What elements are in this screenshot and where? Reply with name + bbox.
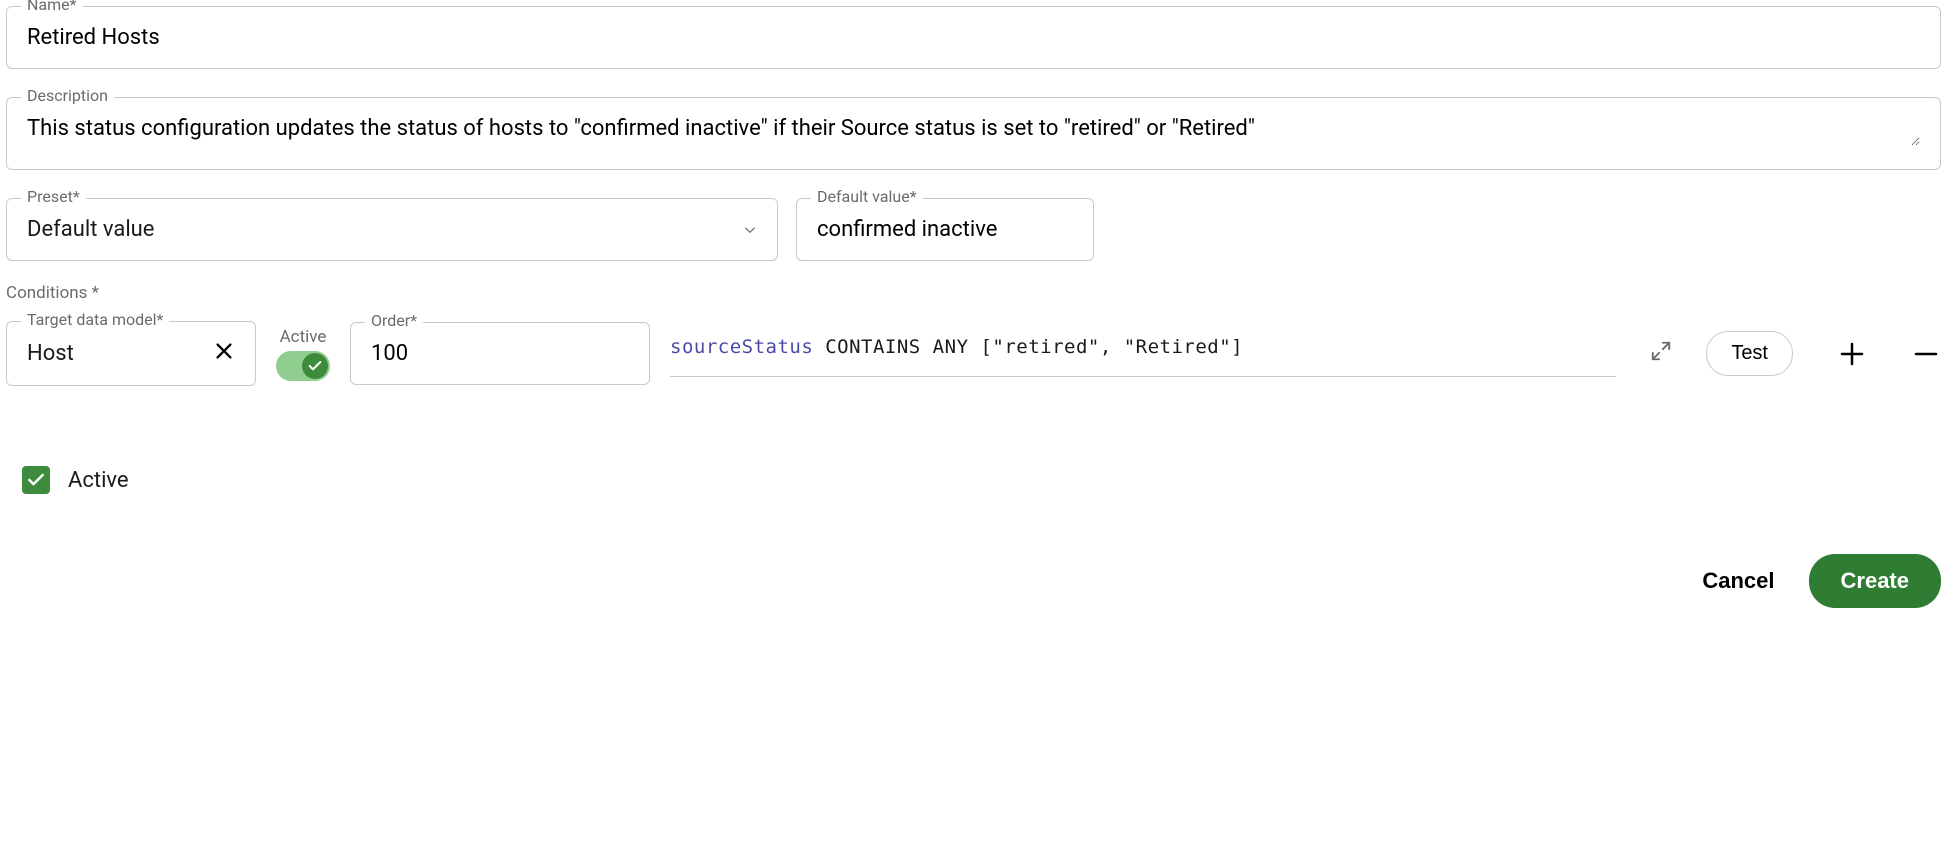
cancel-button[interactable]: Cancel: [1696, 567, 1780, 595]
description-field-wrapper: Description: [6, 97, 1941, 170]
condition-active-toggle[interactable]: [276, 351, 330, 381]
expression-op-token: CONTAINS ANY: [825, 336, 968, 358]
expression-args-token: ["retired", "Retired"]: [980, 336, 1243, 358]
preset-label: Preset*: [21, 187, 86, 206]
description-label: Description: [21, 86, 114, 105]
description-input[interactable]: [27, 116, 1920, 146]
default-value-field-wrapper: Default value*: [796, 198, 1094, 261]
expression-field-token: sourceStatus: [670, 336, 813, 358]
condition-expression[interactable]: sourceStatus CONTAINS ANY ["retired", "R…: [670, 330, 1616, 377]
check-icon: [302, 353, 328, 379]
conditions-section-label: Conditions *: [6, 283, 1941, 303]
preset-select[interactable]: Preset* Default value: [6, 198, 778, 261]
expand-icon[interactable]: [1650, 340, 1672, 367]
target-label: Target data model*: [21, 310, 169, 329]
order-label: Order*: [365, 311, 423, 330]
test-button[interactable]: Test: [1706, 331, 1793, 376]
active-checkbox-label: Active: [68, 468, 129, 493]
default-value-label: Default value*: [811, 187, 923, 206]
preset-value: Default value: [27, 217, 154, 242]
name-input[interactable]: [27, 25, 1920, 50]
target-value: Host: [27, 341, 74, 366]
order-field-wrapper: Order*: [350, 322, 650, 385]
condition-active-label: Active: [280, 327, 327, 347]
name-field-wrapper: Name*: [6, 6, 1941, 69]
chevron-down-icon: [743, 218, 757, 242]
create-button[interactable]: Create: [1809, 554, 1941, 608]
remove-condition-button[interactable]: [1911, 339, 1941, 369]
active-checkbox[interactable]: [22, 466, 50, 494]
add-condition-button[interactable]: [1837, 339, 1867, 369]
order-input[interactable]: [371, 341, 629, 366]
close-icon[interactable]: [213, 340, 235, 367]
name-label: Name*: [21, 0, 83, 14]
target-data-model-field[interactable]: Target data model* Host: [6, 321, 256, 386]
default-value-input[interactable]: [817, 217, 1073, 242]
